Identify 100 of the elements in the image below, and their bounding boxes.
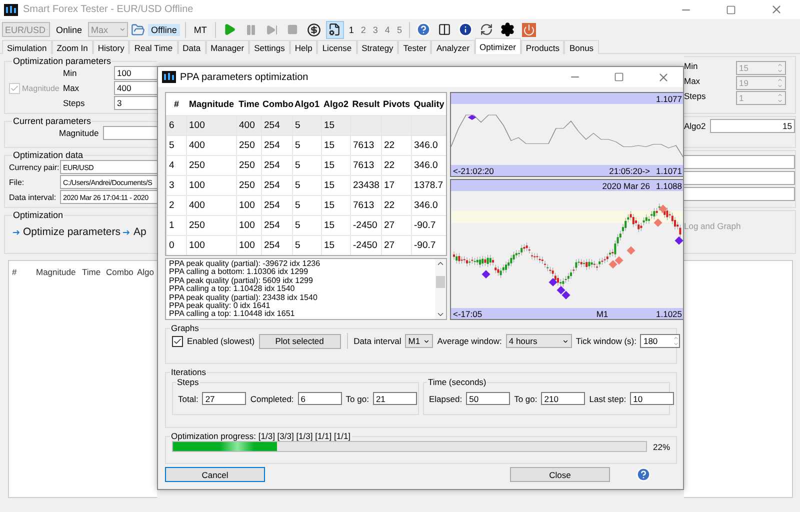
enabled-checkbox[interactable] — [172, 336, 183, 346]
table-cell: 5 — [292, 115, 322, 135]
tab[interactable]: Bonus — [564, 40, 599, 54]
window-title: Smart Forex Tester - EUR/USD Offline — [23, 4, 194, 15]
average-window-select[interactable]: 4 hours — [506, 334, 572, 348]
page-number[interactable]: 1 — [346, 24, 356, 34]
refresh-icon[interactable] — [480, 23, 494, 36]
tab[interactable]: Manager — [206, 40, 250, 54]
column-header[interactable]: Magnitude — [33, 267, 79, 277]
table-cell: 400 — [186, 135, 236, 155]
column-header[interactable]: # — [9, 267, 33, 277]
table-cell: 5 — [292, 235, 322, 255]
tab[interactable]: Analyzer — [431, 40, 475, 54]
link[interactable]: Ap — [133, 226, 146, 238]
caret-icon[interactable] — [423, 338, 430, 344]
help-icon[interactable] — [636, 467, 651, 482]
caret-icon[interactable] — [562, 338, 569, 344]
interval-select[interactable]: M1 — [405, 334, 434, 348]
close-icon[interactable] — [770, 3, 782, 16]
checkbox-label: Enabled (slowest) — [187, 336, 255, 346]
input-field[interactable]: 27 — [202, 392, 246, 405]
folder-icon[interactable] — [131, 22, 146, 36]
tab[interactable]: Real Time — [129, 40, 178, 54]
scrollbar[interactable] — [435, 259, 446, 319]
help-icon[interactable] — [416, 22, 432, 37]
column-header[interactable]: Algo — [134, 267, 156, 277]
table-cell: 250 — [236, 135, 262, 155]
field-label: Data interval: — [9, 192, 58, 202]
table-cell: 100 — [236, 215, 262, 235]
input-field[interactable]: 10 — [630, 392, 674, 405]
page-number[interactable]: 3 — [370, 24, 380, 34]
close-button[interactable]: Close — [510, 467, 610, 482]
table-cell: 100 — [236, 235, 262, 255]
column-header[interactable]: # — [166, 93, 186, 115]
dollar-icon[interactable] — [306, 22, 321, 36]
tab[interactable]: Data — [178, 40, 206, 54]
column-header[interactable]: Combo — [262, 93, 292, 115]
mt-button[interactable]: MT — [190, 24, 210, 36]
column-header[interactable]: Magnitude — [186, 93, 236, 115]
input-field[interactable]: 6 — [298, 392, 342, 405]
table-cell: 254 — [262, 115, 292, 135]
power-icon[interactable] — [522, 22, 536, 36]
plot-selected-button[interactable]: Plot selected — [258, 334, 341, 348]
scroll-thumb[interactable] — [436, 276, 445, 288]
field-label: Min — [684, 61, 699, 73]
table-cell: 5 — [292, 215, 322, 235]
tick-window-spin-box[interactable]: 180 — [640, 334, 680, 348]
columns-icon[interactable] — [438, 23, 452, 36]
tab[interactable]: Zoom In — [52, 40, 93, 54]
input-field[interactable] — [102, 126, 157, 140]
online-label[interactable]: Online — [53, 24, 86, 36]
close-icon[interactable] — [656, 70, 670, 84]
table-cell: 7613 — [350, 155, 382, 175]
table-cell: 5 — [166, 135, 186, 155]
input-field[interactable]: 15 — [710, 119, 795, 133]
table-cell: 15 — [322, 135, 350, 155]
column-header[interactable]: Combo — [103, 267, 134, 277]
column-header[interactable]: Result — [350, 93, 382, 115]
log-line: PPA peak quality (partial): -39672 idx 1236 — [169, 260, 322, 268]
column-header[interactable]: Pivots — [382, 93, 412, 115]
tab[interactable]: Tester — [398, 40, 432, 54]
maximize-icon[interactable] — [726, 4, 736, 14]
input-field[interactable]: 400 — [114, 81, 157, 95]
column-header[interactable]: Algo1 — [292, 93, 322, 115]
column-header[interactable]: Time — [79, 267, 103, 277]
table-cell: 3 — [166, 175, 186, 195]
scroll-up-icon[interactable] — [436, 259, 445, 268]
pivot-marker — [482, 270, 490, 278]
column-header[interactable]: Quality — [412, 93, 446, 115]
table-cell: 400 — [236, 115, 262, 135]
pivot-marker — [608, 260, 618, 269]
group-title: Current parameters — [12, 116, 92, 126]
input-field[interactable]: 210 — [541, 392, 586, 405]
maximize-icon[interactable] — [614, 72, 624, 82]
page-number[interactable]: 5 — [394, 24, 404, 34]
column-header[interactable]: Time — [236, 93, 262, 115]
link[interactable]: Optimize parameters — [23, 226, 120, 238]
tab[interactable]: Optimizer — [474, 38, 521, 54]
scroll-down-icon[interactable] — [436, 310, 445, 319]
input-field[interactable]: 21 — [372, 392, 417, 405]
input-field[interactable]: 50 — [466, 392, 510, 405]
tab[interactable]: History — [92, 40, 130, 54]
column-header[interactable]: Algo2 — [322, 93, 350, 115]
cancel-button[interactable]: Cancel — [165, 467, 265, 482]
tab[interactable]: Settings — [249, 40, 290, 54]
page-number[interactable]: 2 — [358, 24, 368, 34]
info-icon[interactable] — [458, 22, 474, 37]
page-number[interactable]: 4 — [382, 24, 392, 34]
tab[interactable]: Products — [520, 40, 564, 54]
tab[interactable]: Simulation — [2, 40, 52, 54]
offline-button[interactable]: Offline — [148, 24, 180, 36]
tab[interactable]: Strategy — [356, 40, 398, 54]
price-label: 1.1088 — [656, 180, 682, 190]
tab[interactable]: License — [317, 40, 357, 54]
play-icon[interactable] — [223, 23, 236, 36]
tab[interactable]: Help — [290, 40, 318, 54]
settings-icon[interactable] — [500, 22, 516, 37]
input-field[interactable]: 100 — [114, 66, 157, 80]
input-field[interactable]: 3 — [114, 96, 157, 110]
table-cell: 346.0 — [412, 195, 446, 215]
